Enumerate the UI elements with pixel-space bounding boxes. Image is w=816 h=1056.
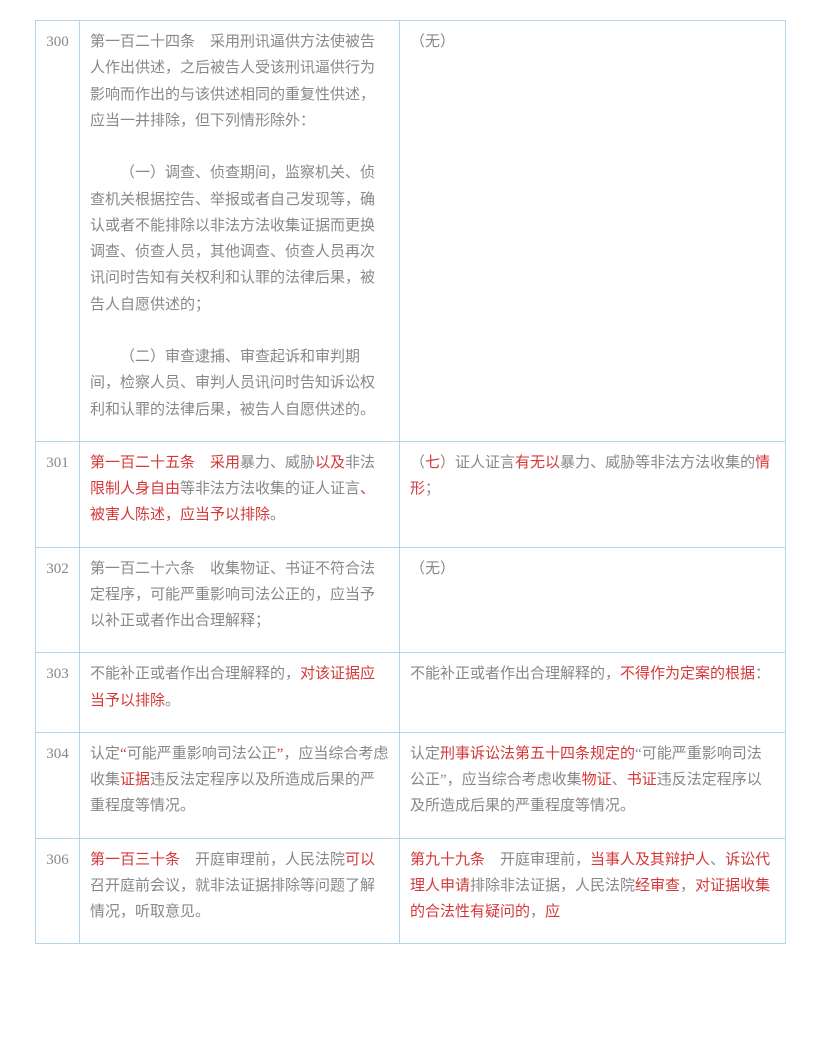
text-segment: 第一百二十五条 采用 <box>90 455 240 471</box>
left-cell: 第一百三十条 开庭审理前，人民法院可以召开庭前会议，就非法证据排除等问题了解情况… <box>80 838 400 944</box>
text-segment: 第一百三十条 <box>90 852 195 868</box>
text-block: 不能补正或者作出合理解释的，对该证据应当予以排除。 <box>90 661 389 714</box>
right-cell: 第九十九条 开庭审理前，当事人及其辩护人、诉讼代理人申请排除非法证据，人民法院经… <box>400 838 786 944</box>
text-segment: 认定 <box>410 746 440 762</box>
text-segment: 刑事诉讼法第五十四条规定的 <box>440 746 635 762</box>
document-page: 300第一百二十四条 采用刑讯逼供方法使被告人作出供述，之后被告人受该刑讯逼供行… <box>0 0 816 964</box>
text-segment: ， <box>680 878 695 894</box>
text-segment: （二）审查逮捕、审查起诉和审判期间，检察人员、审判人员讯问时告知诉讼权利和认罪的… <box>90 349 375 418</box>
text-segment: 。 <box>270 507 285 523</box>
table-row: 304认定“可能严重影响司法公正”，应当综合考虑收集证据违反法定程序以及所造成后… <box>36 732 786 838</box>
text-segment: 暴力、威胁等非法方法收集的 <box>560 455 755 471</box>
text-segment: 证据 <box>120 772 150 788</box>
text-block: （七）证人证言有无以暴力、威胁等非法方法收集的情形； <box>410 450 775 503</box>
left-cell: 第一百二十五条 采用暴力、威胁以及非法限制人身自由等非法方法收集的证人证言、被害… <box>80 441 400 547</box>
table-row: 302第一百二十六条 收集物证、书证不符合法定程序，可能严重影响司法公正的，应当… <box>36 547 786 653</box>
text-segment: （无） <box>410 34 455 50</box>
text-block: 第一百二十四条 采用刑讯逼供方法使被告人作出供述，之后被告人受该刑讯逼供行为影响… <box>90 29 389 134</box>
table-row: 303不能补正或者作出合理解释的，对该证据应当予以排除。不能补正或者作出合理解释… <box>36 653 786 733</box>
left-cell: 第一百二十六条 收集物证、书证不符合法定程序，可能严重影响司法公正的，应当予以补… <box>80 547 400 653</box>
text-segment: 可以 <box>345 852 375 868</box>
text-segment: 书证 <box>627 772 657 788</box>
text-segment: 经审查 <box>635 878 680 894</box>
text-block: （无） <box>410 556 775 582</box>
text-segment: 不得作为定案的根据 <box>620 666 755 682</box>
row-number: 300 <box>36 21 80 442</box>
text-segment: （ <box>410 455 425 471</box>
blank-line <box>90 134 389 160</box>
text-segment: 可能严重影响司法公正 <box>127 746 277 762</box>
text-block: 第九十九条 开庭审理前，当事人及其辩护人、诉讼代理人申请排除非法证据，人民法院经… <box>410 847 775 926</box>
text-segment: ， <box>530 904 545 920</box>
text-block: （一）调查、侦查期间，监察机关、侦查机关根据控告、举报或者自己发现等，确认或者不… <box>90 160 389 318</box>
row-number: 306 <box>36 838 80 944</box>
text-segment: 认定 <box>90 746 120 762</box>
text-segment: 第一百二十四条 采用刑讯逼供方法使被告人作出供述，之后被告人受该刑讯逼供行为影响… <box>90 34 375 129</box>
right-cell: （七）证人证言有无以暴力、威胁等非法方法收集的情形； <box>400 441 786 547</box>
table-body: 300第一百二十四条 采用刑讯逼供方法使被告人作出供述，之后被告人受该刑讯逼供行… <box>36 21 786 944</box>
row-number: 302 <box>36 547 80 653</box>
text-segment: 不能补正或者作出合理解释的， <box>90 666 300 682</box>
table-row: 300第一百二十四条 采用刑讯逼供方法使被告人作出供述，之后被告人受该刑讯逼供行… <box>36 21 786 442</box>
text-segment: 开庭审理前， <box>500 852 590 868</box>
left-cell: 认定“可能严重影响司法公正”，应当综合考虑收集证据违反法定程序以及所造成后果的严… <box>80 732 400 838</box>
right-cell: （无） <box>400 21 786 442</box>
text-segment: 不能补正或者作出合理解释的， <box>410 666 620 682</box>
text-block: 第一百二十六条 收集物证、书证不符合法定程序，可能严重影响司法公正的，应当予以补… <box>90 556 389 635</box>
text-block: （无） <box>410 29 775 55</box>
text-segment: 七 <box>425 455 440 471</box>
text-segment: （无） <box>410 561 455 577</box>
row-number: 304 <box>36 732 80 838</box>
text-segment: 限制人身自由 <box>90 481 180 497</box>
right-cell: 不能补正或者作出合理解释的，不得作为定案的根据： <box>400 653 786 733</box>
text-segment: 召开庭前会议，就非法证据排除等问题了解情况，听取意见。 <box>90 878 375 920</box>
blank-line <box>90 318 389 344</box>
text-segment: 排除非法证据，人民法院 <box>470 878 635 894</box>
text-segment: 当事人及其辩护人 <box>590 852 710 868</box>
right-cell: （无） <box>400 547 786 653</box>
comparison-table: 300第一百二十四条 采用刑讯逼供方法使被告人作出供述，之后被告人受该刑讯逼供行… <box>35 20 786 944</box>
text-segment: 有无以 <box>515 455 560 471</box>
text-segment: 、 <box>710 852 725 868</box>
text-block: （二）审查逮捕、审查起诉和审判期间，检察人员、审判人员讯问时告知诉讼权利和认罪的… <box>90 344 389 423</box>
text-segment: “ <box>120 746 127 762</box>
text-segment: 以及 <box>315 455 345 471</box>
right-cell: 认定刑事诉讼法第五十四条规定的“可能严重影响司法公正”，应当综合考虑收集物证、书… <box>400 732 786 838</box>
text-segment: ）证人证言 <box>440 455 515 471</box>
text-block: 认定“可能严重影响司法公正”，应当综合考虑收集证据违反法定程序以及所造成后果的严… <box>90 741 389 820</box>
text-segment: 等非法方法收集的证人证言 <box>180 481 360 497</box>
text-segment: 。 <box>165 693 180 709</box>
row-number: 303 <box>36 653 80 733</box>
row-number: 301 <box>36 441 80 547</box>
left-cell: 不能补正或者作出合理解释的，对该证据应当予以排除。 <box>80 653 400 733</box>
text-segment: 物证 <box>582 772 612 788</box>
text-block: 第一百三十条 开庭审理前，人民法院可以召开庭前会议，就非法证据排除等问题了解情况… <box>90 847 389 926</box>
text-block: 不能补正或者作出合理解释的，不得作为定案的根据： <box>410 661 775 687</box>
text-block: 第一百二十五条 采用暴力、威胁以及非法限制人身自由等非法方法收集的证人证言、被害… <box>90 450 389 529</box>
text-segment: 非法 <box>345 455 375 471</box>
text-segment: ： <box>755 666 770 682</box>
text-segment: 暴力、威胁 <box>240 455 315 471</box>
text-segment: 第一百二十六条 收集物证、书证不符合法定程序，可能严重影响司法公正的，应当予以补… <box>90 561 375 630</box>
text-segment: （一）调查、侦查期间，监察机关、侦查机关根据控告、举报或者自己发现等，确认或者不… <box>90 165 375 312</box>
left-cell: 第一百二十四条 采用刑讯逼供方法使被告人作出供述，之后被告人受该刑讯逼供行为影响… <box>80 21 400 442</box>
text-segment: 应 <box>545 904 560 920</box>
text-block: 认定刑事诉讼法第五十四条规定的“可能严重影响司法公正”，应当综合考虑收集物证、书… <box>410 741 775 820</box>
table-row: 306第一百三十条 开庭审理前，人民法院可以召开庭前会议，就非法证据排除等问题了… <box>36 838 786 944</box>
text-segment: 、 <box>612 772 627 788</box>
text-segment: 第九十九条 <box>410 852 500 868</box>
text-segment: 开庭审理前，人民法院 <box>195 852 345 868</box>
text-segment: ； <box>425 481 440 497</box>
table-row: 301 第一百二十五条 采用暴力、威胁以及非法限制人身自由等非法方法收集的证人证言… <box>36 441 786 547</box>
